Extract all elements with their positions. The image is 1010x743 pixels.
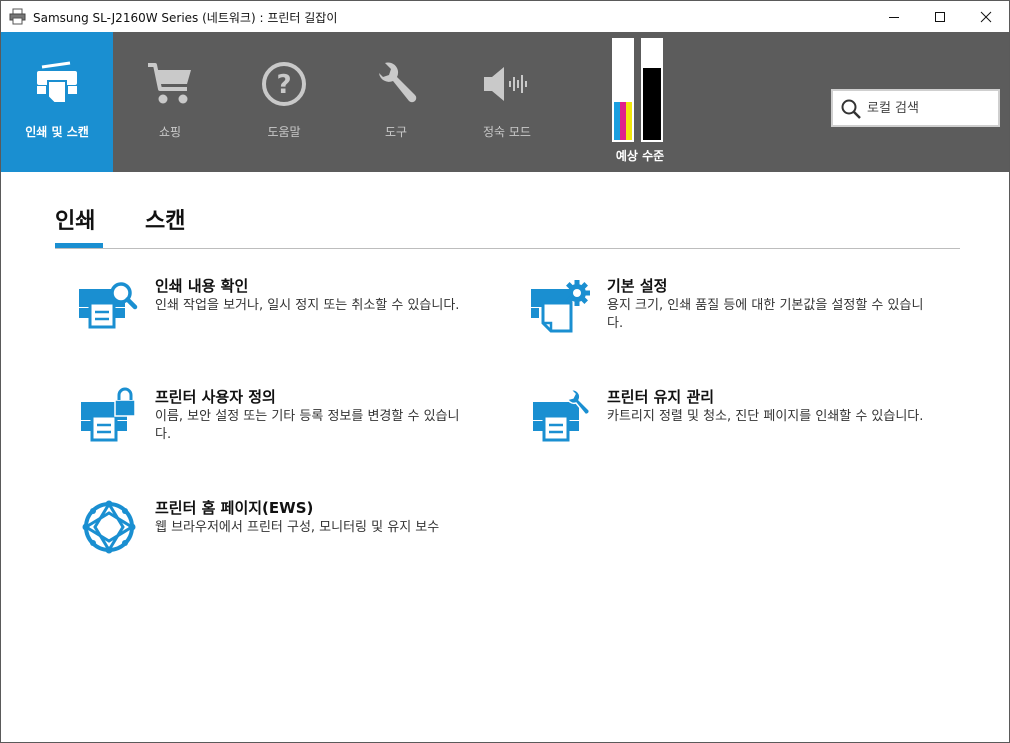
- app-window: Samsung SL-J2160W Series (네트워크) : 프린터 길잡…: [0, 0, 1010, 743]
- printer-lock-icon: [81, 387, 136, 442]
- shopping-cart-icon: [148, 63, 191, 104]
- preferences-item[interactable]: 기본 설정 용지 크기, 인쇄 품질 등에 대한 기본값을 설정할 수 있습니다…: [529, 275, 929, 355]
- item-description: 웹 브라우저에서 프린터 구성, 모니터링 및 유지 보수: [155, 520, 440, 535]
- printer-customize-item[interactable]: 프린터 사용자 정의 이름, 보안 설정 또는 기타 등록 정보를 변경할 수 …: [77, 386, 477, 466]
- yellow-ink-strip: [626, 102, 632, 140]
- item-title: 프린터 유지 관리: [607, 388, 715, 406]
- maximize-button[interactable]: [917, 1, 963, 32]
- help-icon: ?: [262, 62, 306, 106]
- toolbar-tools[interactable]: 도구: [340, 32, 452, 172]
- quiet-mode-icon: [484, 67, 527, 101]
- svg-text:?: ?: [276, 70, 291, 100]
- active-tab-indicator: [55, 243, 103, 248]
- toolbar-label: 도구: [384, 125, 408, 139]
- item-description: 인쇄 작업을 보거나, 일시 정지 또는 취소할 수 있습니다.: [155, 298, 460, 313]
- ink-levels[interactable]: 예상 수준: [605, 38, 675, 168]
- print-queue-item[interactable]: 인쇄 내용 확인 인쇄 작업을 보거나, 일시 정지 또는 취소할 수 있습니다…: [77, 275, 477, 355]
- tab-scan[interactable]: 스캔: [145, 203, 185, 235]
- preferences-icon: [531, 280, 590, 333]
- color-ink-bar: [612, 38, 634, 142]
- item-description: 카트리지 정렬 및 청소, 진단 페이지를 인쇄할 수 있습니다.: [607, 409, 924, 424]
- print-scan-icon: [37, 61, 77, 104]
- search-icon: [841, 99, 861, 119]
- color-ink-fill: [614, 102, 632, 140]
- close-icon: [980, 11, 992, 22]
- content-tabs: 인쇄 스캔: [55, 197, 960, 249]
- toolbar-help[interactable]: ? 도움말: [228, 32, 340, 172]
- item-description: 이름, 보안 설정 또는 기타 등록 정보를 변경할 수 있습니다.: [155, 409, 460, 442]
- minimize-button[interactable]: [871, 1, 917, 32]
- ink-level-label: 예상 수준: [615, 149, 665, 163]
- wrench-icon: [379, 62, 417, 103]
- item-title: 인쇄 내용 확인: [155, 277, 249, 295]
- main-toolbar: 인쇄 및 스캔 쇼핑 ? 도움말 도구 정숙 모드 예상 수준 로컬 검색: [1, 32, 1009, 172]
- search-input[interactable]: [867, 97, 993, 119]
- item-title: 프린터 사용자 정의: [155, 388, 276, 406]
- toolbar-label: 도움말: [267, 125, 301, 139]
- toolbar-print-scan[interactable]: 인쇄 및 스캔: [1, 32, 113, 172]
- maximize-icon: [935, 11, 945, 22]
- printer-app-icon: [9, 8, 26, 25]
- print-queue-icon: [79, 282, 138, 329]
- black-ink-bar: [641, 38, 663, 142]
- item-title: 기본 설정: [607, 277, 668, 295]
- black-ink-fill: [643, 68, 661, 140]
- item-title: 프린터 홈 페이지(EWS): [155, 499, 314, 517]
- toolbar-quiet-mode[interactable]: 정숙 모드: [451, 32, 563, 172]
- title-bar: Samsung SL-J2160W Series (네트워크) : 프린터 길잡…: [1, 1, 1009, 32]
- toolbar-label: 인쇄 및 스캔: [25, 125, 89, 139]
- close-button[interactable]: [963, 1, 1009, 32]
- toolbar-label: 정숙 모드: [483, 125, 531, 139]
- printer-maintenance-item[interactable]: 프린터 유지 관리 카트리지 정렬 및 청소, 진단 페이지를 인쇄할 수 있습…: [529, 386, 929, 466]
- tab-print[interactable]: 인쇄: [55, 203, 95, 235]
- globe-icon: [82, 500, 136, 554]
- printer-maintenance-icon: [533, 389, 591, 442]
- minimize-icon: [889, 16, 899, 18]
- toolbar-label: 쇼핑: [158, 125, 182, 139]
- window-title: Samsung SL-J2160W Series (네트워크) : 프린터 길잡…: [33, 11, 338, 25]
- item-description: 용지 크기, 인쇄 품질 등에 대한 기본값을 설정할 수 있습니다.: [607, 298, 924, 331]
- local-search-box[interactable]: [831, 89, 1000, 127]
- toolbar-shopping[interactable]: 쇼핑: [114, 32, 226, 172]
- printer-home-page-item[interactable]: 프린터 홈 페이지(EWS) 웹 브라우저에서 프린터 구성, 모니터링 및 유…: [77, 497, 477, 577]
